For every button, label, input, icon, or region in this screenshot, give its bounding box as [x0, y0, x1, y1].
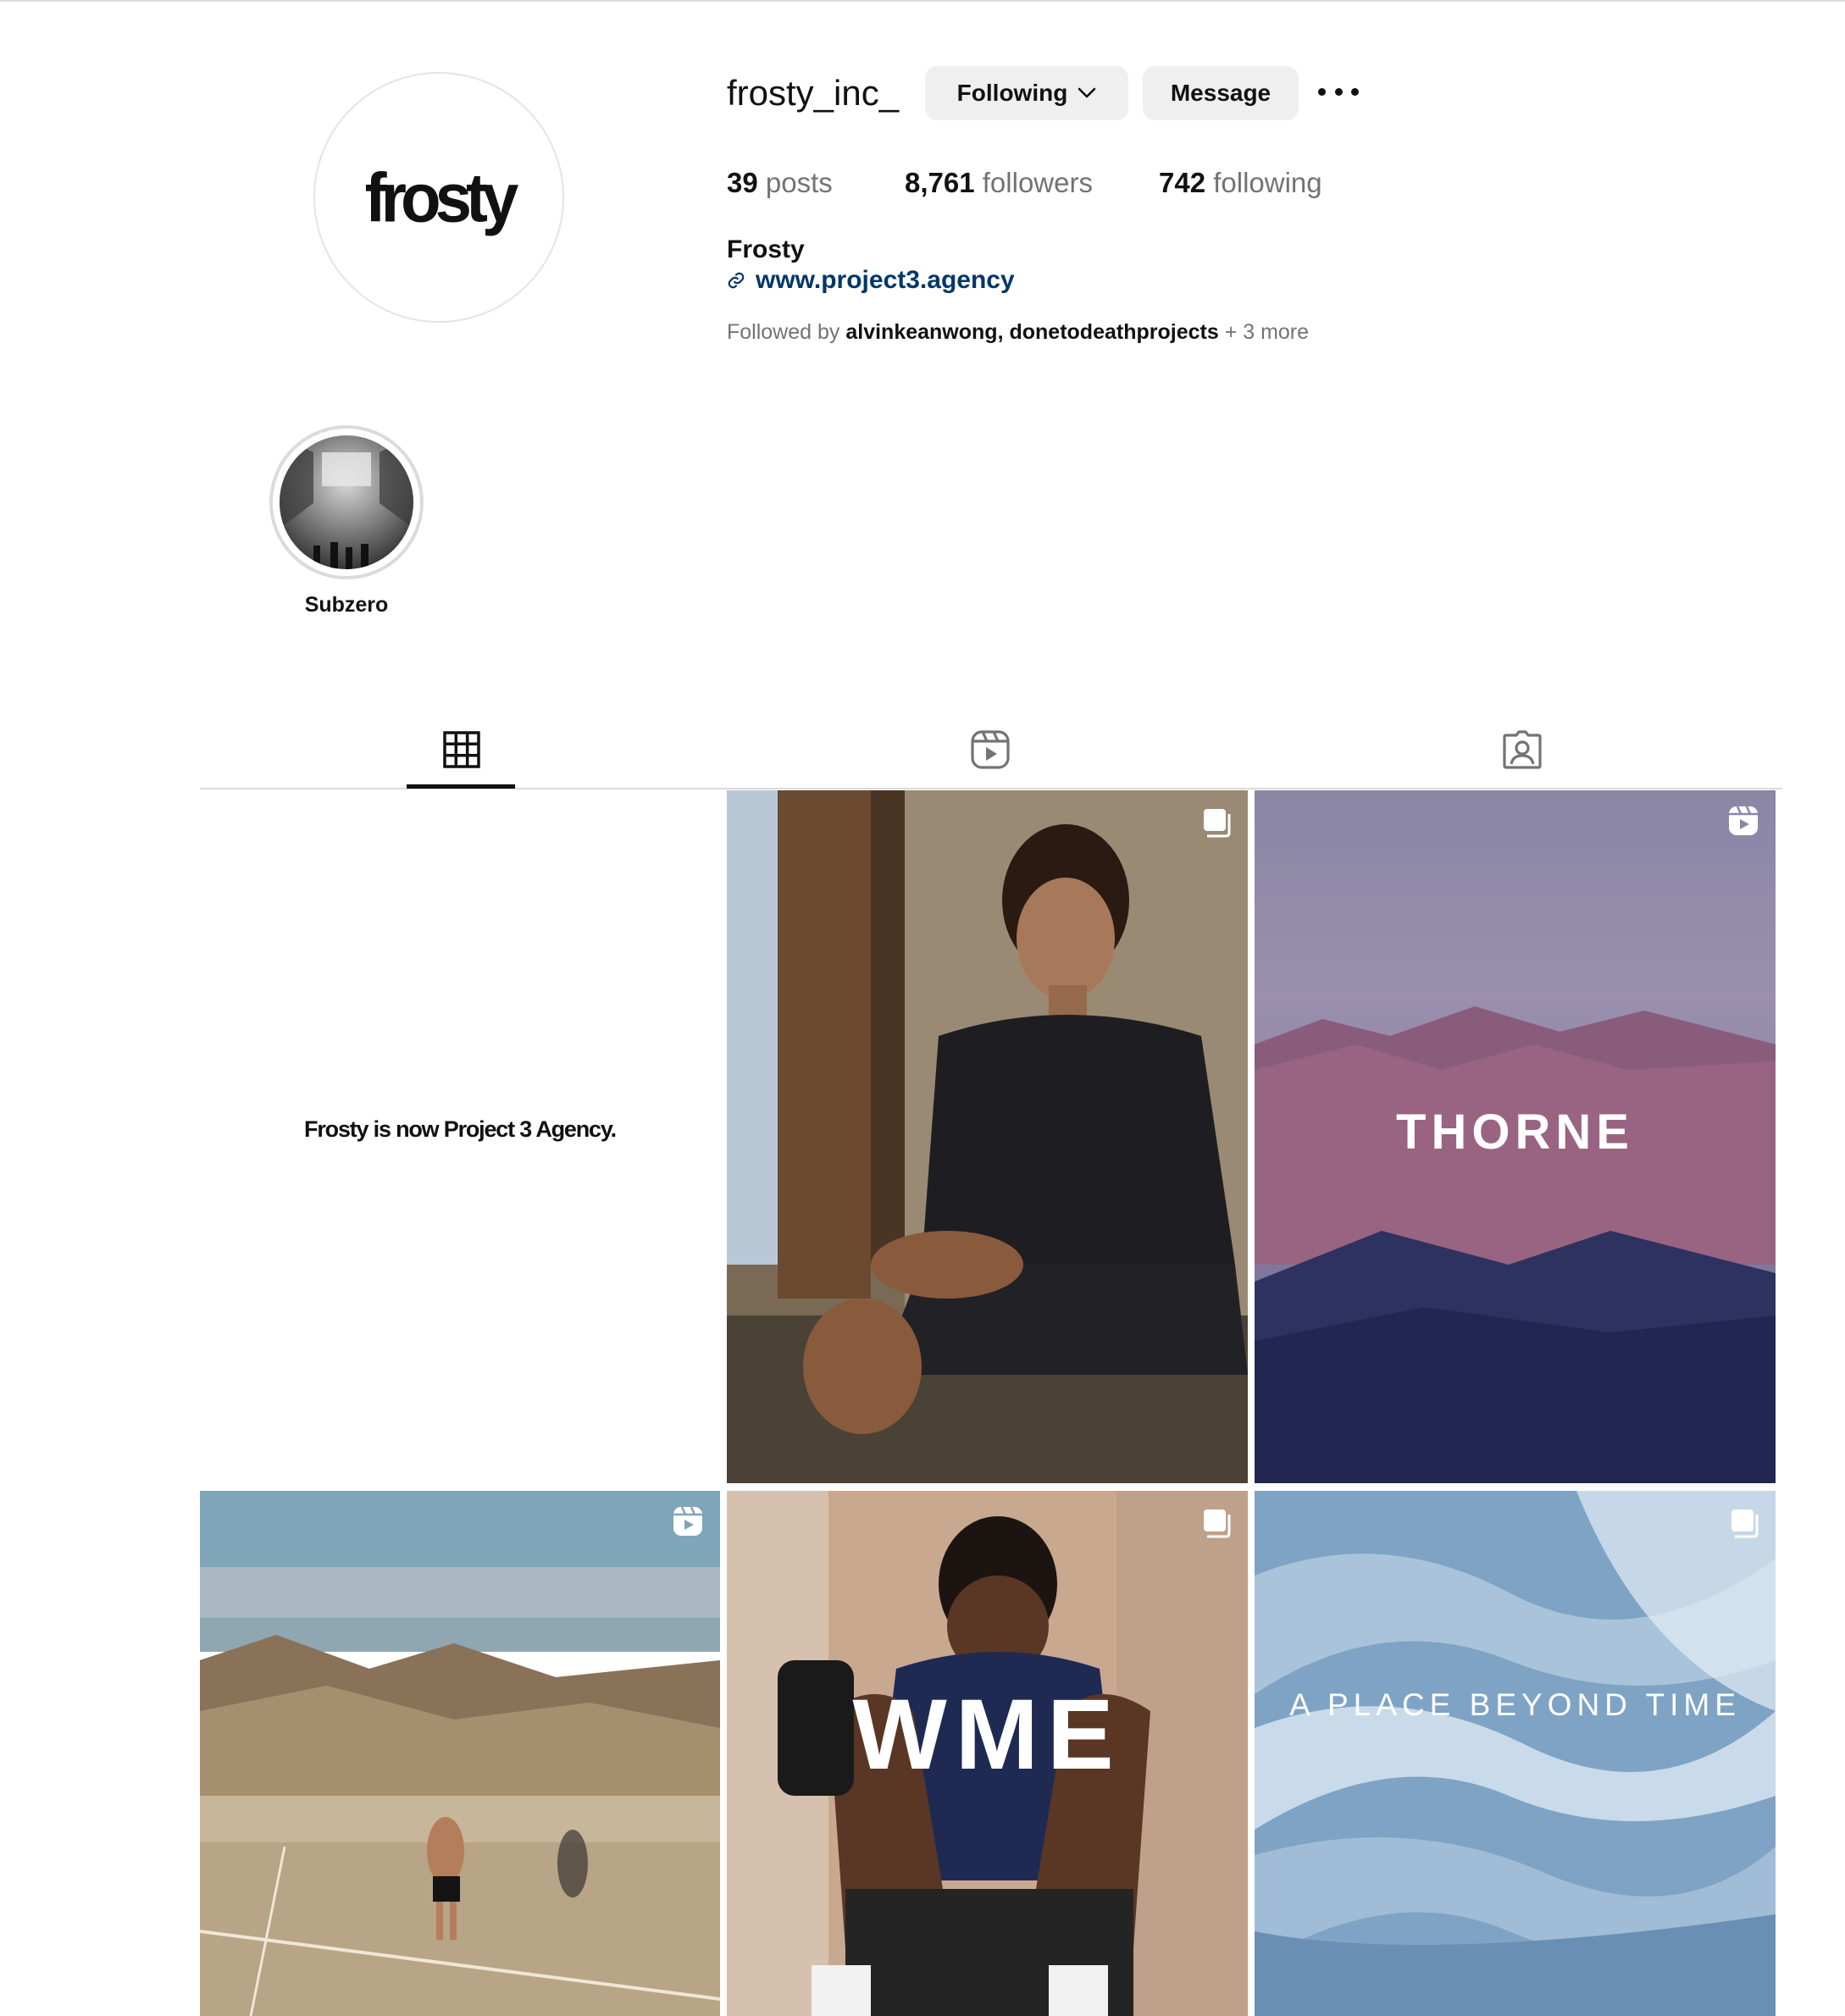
avatar-logo: frosty — [364, 158, 519, 236]
followed-by-user: alvinkeanwong — [845, 320, 998, 344]
following-count-value: 742 — [1159, 167, 1206, 198]
post-tile[interactable]: THORNE — [1255, 790, 1776, 1483]
posts-count-label: posts — [765, 167, 833, 198]
reel-icon — [1729, 806, 1758, 835]
carousel-icon — [1204, 809, 1231, 838]
message-button[interactable]: Message — [1143, 66, 1299, 120]
profile-avatar[interactable]: frosty — [313, 72, 564, 323]
post-tile[interactable]: Frosty is now Project 3 Agency. — [200, 790, 720, 1483]
posts-count-value: 39 — [727, 167, 758, 198]
top-border — [0, 0, 1845, 2]
grid-icon[interactable] — [440, 728, 483, 771]
followed-by-more: + 3 more — [1224, 320, 1310, 344]
carousel-icon — [1731, 1509, 1759, 1538]
carousel-icon — [1204, 1509, 1231, 1538]
post-tile[interactable]: A PLACE BEYOND TIME — [1255, 1491, 1776, 2016]
highlight-label: Subzero — [304, 593, 389, 617]
post-image — [200, 1491, 720, 2016]
followed-by[interactable]: Followed by alvinkeanwong, donetodeathpr… — [727, 320, 1309, 345]
post-caption-text: Frosty is now Project 3 Agency. — [304, 1116, 617, 1142]
followed-by-user: donetodeathprojects — [1009, 320, 1219, 344]
website-text: www.project3.agency — [756, 266, 1015, 294]
reels-icon[interactable] — [969, 728, 1011, 771]
post-image — [1255, 1491, 1776, 2016]
chevron-down-icon — [1078, 87, 1096, 98]
post-image — [727, 790, 1248, 1483]
link-icon — [728, 272, 745, 289]
post-tile[interactable] — [727, 790, 1248, 1483]
profile-username: frosty_inc_ — [727, 73, 900, 113]
post-overlay-text: A PLACE BEYOND TIME — [1289, 1687, 1741, 1722]
post-tile[interactable]: WME — [727, 1491, 1248, 2016]
tagged-icon[interactable] — [1501, 728, 1543, 771]
post-overlay-text: WME — [852, 1679, 1122, 1791]
followers-count[interactable]: 8,761 followers — [905, 165, 1093, 201]
following-count-label: following — [1213, 167, 1322, 198]
message-button-label: Message — [1170, 80, 1272, 106]
following-count[interactable]: 742 following — [1159, 165, 1322, 201]
following-button-label: Following — [956, 80, 1068, 106]
followers-count-value: 8,761 — [905, 167, 975, 198]
post-overlay-text: THORNE — [1396, 1105, 1634, 1160]
active-tab-indicator — [407, 784, 515, 789]
followers-count-label: followers — [982, 167, 1093, 198]
profile-full-name: Frosty — [727, 235, 805, 263]
posts-count: 39 posts — [727, 165, 833, 201]
followed-by-prefix: Followed by — [727, 320, 840, 344]
following-button[interactable]: Following — [925, 66, 1128, 120]
more-options-icon[interactable] — [1318, 78, 1359, 105]
followed-by-separator: , — [997, 320, 1004, 344]
post-tile[interactable] — [200, 1491, 720, 2016]
highlight-cover-image[interactable] — [280, 435, 413, 569]
reel-icon — [673, 1506, 702, 1536]
profile-website-link[interactable]: www.project3.agency — [727, 266, 1015, 295]
